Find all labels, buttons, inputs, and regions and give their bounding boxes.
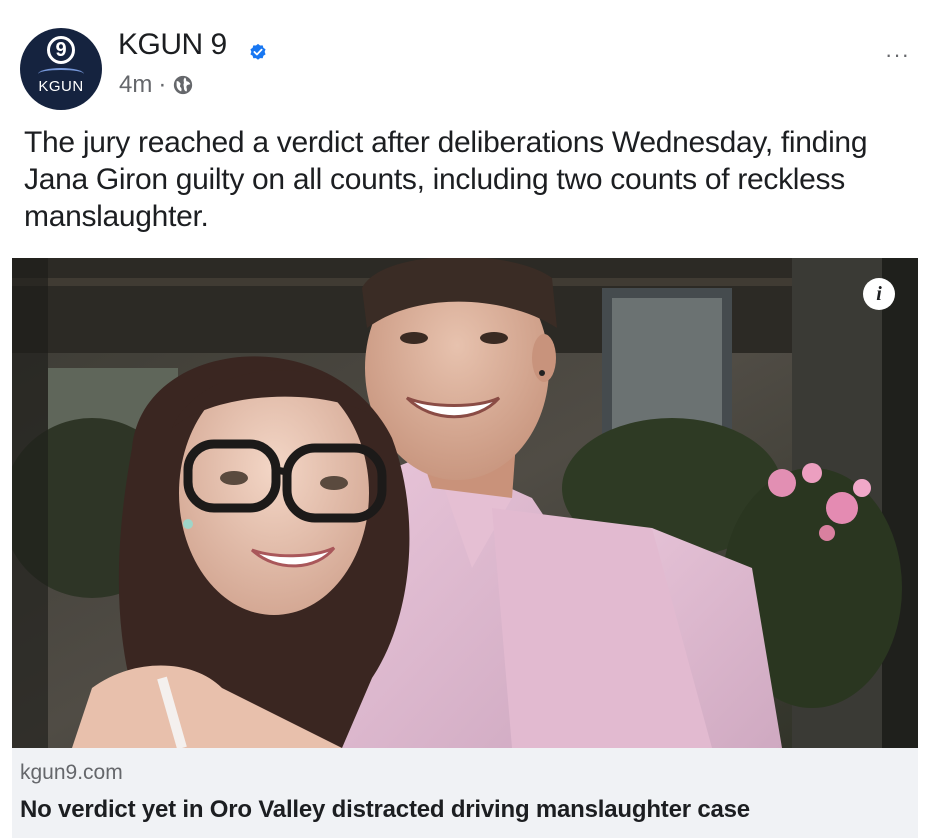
page-name-link[interactable]: KGUN 9 xyxy=(118,28,227,62)
avatar-badge-number: 9 xyxy=(47,36,75,64)
meta-separator: · xyxy=(158,71,167,98)
more-options-button[interactable]: ··· xyxy=(885,42,910,68)
post-header: 9 KGUN KGUN 9 4m · ··· xyxy=(0,0,930,118)
link-title[interactable]: No verdict yet in Oro Valley distracted … xyxy=(20,796,750,824)
post-meta: 4m · xyxy=(119,71,194,99)
link-preview-card[interactable]: kgun9.com No verdict yet in Oro Valley d… xyxy=(12,748,918,838)
link-domain: kgun9.com xyxy=(20,761,123,784)
facebook-post: 9 KGUN KGUN 9 4m · ··· The jury reached … xyxy=(0,0,930,838)
page-avatar[interactable]: 9 KGUN xyxy=(20,28,102,110)
globe-icon[interactable] xyxy=(172,74,194,96)
photo-illustration xyxy=(12,258,918,748)
post-photo[interactable]: i xyxy=(12,258,918,748)
post-caption: The jury reached a verdict after deliber… xyxy=(24,126,868,233)
avatar-label: KGUN xyxy=(38,78,84,95)
verified-badge-icon xyxy=(250,43,266,60)
info-icon[interactable]: i xyxy=(863,278,895,310)
post-time-link[interactable]: 4m xyxy=(119,71,152,99)
